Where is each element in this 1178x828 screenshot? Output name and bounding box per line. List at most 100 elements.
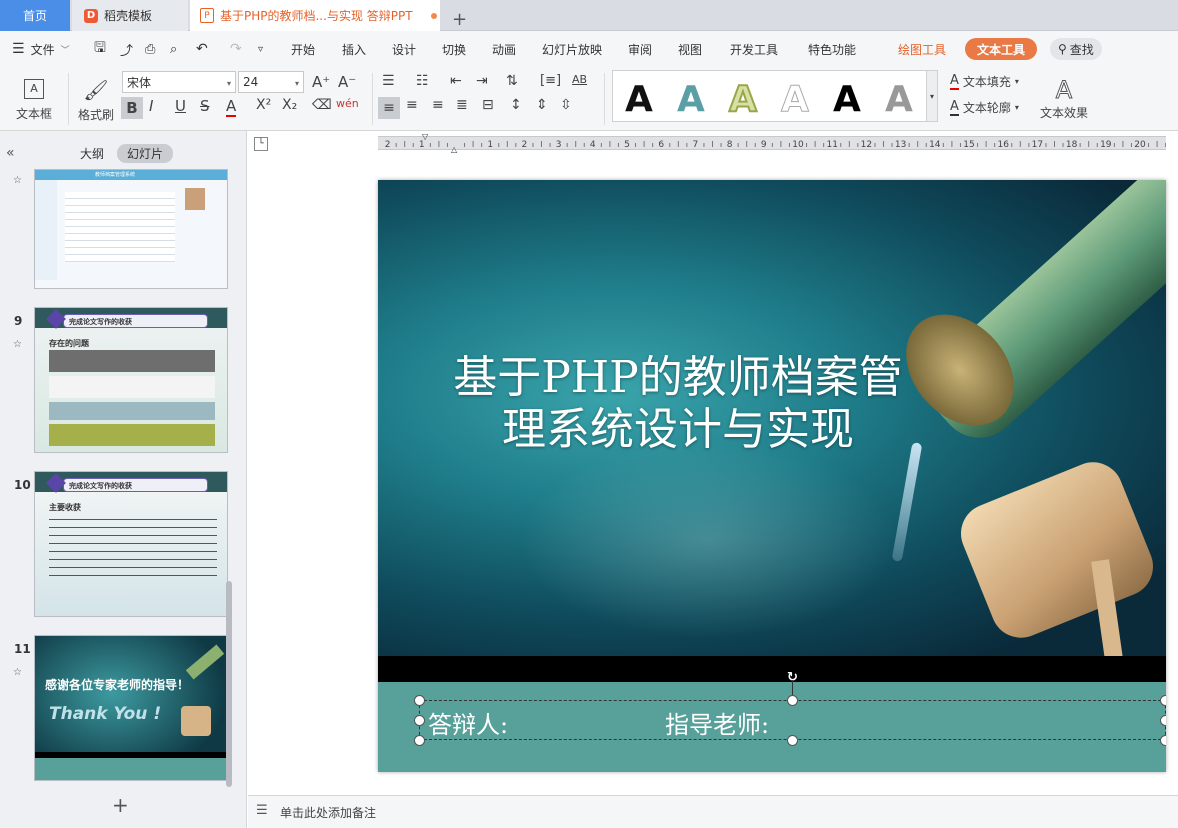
format-painter-button[interactable]: 🖌 格式刷 xyxy=(76,71,116,129)
tab-document[interactable]: P 基于PHP的教师档...与实现 答辩PPT xyxy=(190,0,440,31)
advisor-label[interactable]: 指导老师: xyxy=(665,705,769,740)
bullet-list-icon[interactable]: ☰ xyxy=(382,73,395,89)
gallery-more-icon[interactable]: ▾ xyxy=(926,70,938,122)
align-left-button[interactable]: ≡ xyxy=(378,97,400,119)
resize-handle-right[interactable] xyxy=(1160,715,1166,726)
menu-features[interactable]: 特色功能 xyxy=(808,31,856,67)
resize-handle-bottom-right[interactable] xyxy=(1160,735,1166,746)
quick-access-dropdown-icon[interactable]: ▿ xyxy=(258,31,263,67)
eraser-icon[interactable]: ⌫ xyxy=(312,97,332,113)
text-style-teal[interactable]: A xyxy=(677,79,705,120)
menu-design[interactable]: 设计 xyxy=(392,31,416,67)
thumb-sidebar xyxy=(35,180,57,280)
export-icon[interactable]: ⤴ xyxy=(120,31,133,67)
text-style-olive-outline[interactable]: A xyxy=(728,78,758,121)
line-spacing-icon[interactable]: ↕ xyxy=(510,97,522,113)
textbox-button[interactable]: A 文本框 xyxy=(14,71,54,129)
selected-textbox[interactable]: 答辩人: 指导老师: xyxy=(419,700,1166,740)
menu-transition[interactable]: 切换 xyxy=(442,31,466,67)
text-style-bold-black[interactable]: A xyxy=(833,79,861,120)
increase-font-icon[interactable]: A⁺ xyxy=(312,73,330,91)
align-center-icon[interactable]: ≡ xyxy=(406,97,418,113)
numbered-list-icon[interactable]: ☷ xyxy=(416,73,429,89)
tab-slides[interactable]: 幻灯片 xyxy=(117,144,174,163)
align-text-icon[interactable]: [≡] xyxy=(540,73,561,88)
resize-handle-left[interactable] xyxy=(414,715,425,726)
menu-slideshow[interactable]: 幻灯片放映 xyxy=(542,31,602,67)
chevron-down-icon: ▾ xyxy=(1014,103,1019,112)
text-style-gray-gradient[interactable]: A xyxy=(885,79,913,120)
menu-text-tools[interactable]: 文本工具 xyxy=(965,38,1038,60)
paragraph-spacing-icon[interactable]: ⇕ xyxy=(536,97,548,113)
text-fill-button[interactable]: A 文本填充 ▾ xyxy=(950,73,1019,90)
text-outline-button[interactable]: A 文本轮廓 ▾ xyxy=(950,99,1019,116)
menu-view[interactable]: 视图 xyxy=(678,31,702,67)
slide-canvas[interactable]: 基于PHP的教师档案管 理系统设计与实现 答辩人: 指导老师: ↻ xyxy=(378,180,1166,772)
align-right-icon[interactable]: ≡ xyxy=(432,97,444,113)
menu-start[interactable]: 开始 xyxy=(291,31,315,67)
tab-template[interactable]: D 稻壳模板 xyxy=(72,0,188,31)
column-spacing-icon[interactable]: ⇳ xyxy=(560,97,572,113)
tab-home[interactable]: 首页 xyxy=(0,0,70,31)
resize-handle-top-left[interactable] xyxy=(414,695,425,706)
ruler-tick-label: 16 xyxy=(997,140,1009,149)
text-style-black[interactable]: A xyxy=(625,79,653,120)
panel-scrollbar[interactable] xyxy=(226,581,232,787)
bold-button[interactable]: B xyxy=(121,97,143,119)
menu-draw-tools[interactable]: 绘图工具 xyxy=(898,31,946,67)
font-color-button[interactable]: A xyxy=(226,97,237,117)
search-box[interactable]: ⚲ 查找 xyxy=(1050,38,1102,60)
thumb-title: 感谢各位专家老师的指导！ xyxy=(45,678,190,692)
notes-placeholder[interactable]: 单击此处添加备注 xyxy=(280,804,376,821)
first-line-indent-marker[interactable]: ▽ xyxy=(422,132,428,141)
text-style-gallery[interactable]: A A A A A A xyxy=(612,70,938,122)
phonetic-guide-icon[interactable]: wén xyxy=(336,97,359,110)
distribute-icon[interactable]: ⊟ xyxy=(482,97,494,113)
file-menu[interactable]: ☰ 文件 ﹀ xyxy=(12,31,70,67)
resize-handle-bottom-left[interactable] xyxy=(414,735,425,746)
print-preview-icon[interactable]: ⌕ xyxy=(170,31,177,67)
text-style-white-outline[interactable]: A xyxy=(781,79,810,121)
tab-stop-selector[interactable]: └ xyxy=(254,137,268,151)
font-size-select[interactable]: 24 ▾ xyxy=(238,71,304,93)
redo-icon[interactable]: ↷ xyxy=(230,31,242,67)
resize-handle-bottom[interactable] xyxy=(787,735,798,746)
slide-title[interactable]: 基于PHP的教师档案管 理系统设计与实现 xyxy=(438,352,918,456)
superscript-icon[interactable]: X² xyxy=(256,97,271,113)
undo-icon[interactable]: ↶ xyxy=(196,31,208,67)
slide-thumbnail[interactable]: 教师档案管理系统 xyxy=(34,169,228,289)
decrease-font-icon[interactable]: A⁻ xyxy=(338,73,356,91)
presenter-label[interactable]: 答辩人: xyxy=(428,705,508,740)
menu-review[interactable]: 审阅 xyxy=(628,31,652,67)
increase-indent-icon[interactable]: ⇥ xyxy=(476,73,488,89)
print-icon[interactable]: ⎙ xyxy=(145,31,155,67)
italic-button[interactable]: I xyxy=(149,97,153,115)
decrease-indent-icon[interactable]: ⇤ xyxy=(450,73,462,89)
text-effect-button[interactable]: A 文本效果 xyxy=(1034,71,1094,125)
convert-smartart-icon[interactable]: AB xyxy=(572,73,587,86)
menu-developer[interactable]: 开发工具 xyxy=(730,31,778,67)
menu-insert[interactable]: 插入 xyxy=(342,31,366,67)
slide-thumbnail[interactable]: 感谢各位专家老师的指导！ Thank You ! xyxy=(34,635,228,781)
notes-pane[interactable]: ☰ 单击此处添加备注 xyxy=(248,795,1178,828)
collapse-panel-icon[interactable]: « xyxy=(6,145,15,161)
justify-icon[interactable]: ≣ xyxy=(456,97,468,113)
save-icon[interactable]: 🖫 xyxy=(94,31,106,67)
text-fill-icon: A xyxy=(950,73,959,90)
font-name-select[interactable]: 宋体 ▾ xyxy=(122,71,236,93)
text-direction-icon[interactable]: ⇅ xyxy=(506,73,518,89)
resize-handle-top[interactable] xyxy=(787,695,798,706)
tab-outline[interactable]: 大纲 xyxy=(80,145,104,162)
strikethrough-button[interactable]: S xyxy=(200,97,210,115)
slide-thumbnail[interactable]: 完成论文写作的收获 主要收获 xyxy=(34,471,228,617)
hanging-indent-marker[interactable]: △ xyxy=(451,145,457,154)
resize-handle-top-right[interactable] xyxy=(1160,695,1166,706)
add-slide-button[interactable]: + xyxy=(112,793,129,817)
slide-thumbnail[interactable]: 完成论文写作的收获 存在的问题 xyxy=(34,307,228,453)
menu-animation[interactable]: 动画 xyxy=(492,31,516,67)
ruler-tick-label: 2 xyxy=(522,140,528,149)
text-outline-icon: A xyxy=(950,99,959,116)
horizontal-ruler[interactable]: 2 1 1 2 3 4 5 6 7 8 9 10 11 12 13 14 15 16 17 18 19 20 xyxy=(378,136,1167,150)
underline-button[interactable]: U xyxy=(175,97,186,115)
subscript-icon[interactable]: X₂ xyxy=(282,97,297,113)
